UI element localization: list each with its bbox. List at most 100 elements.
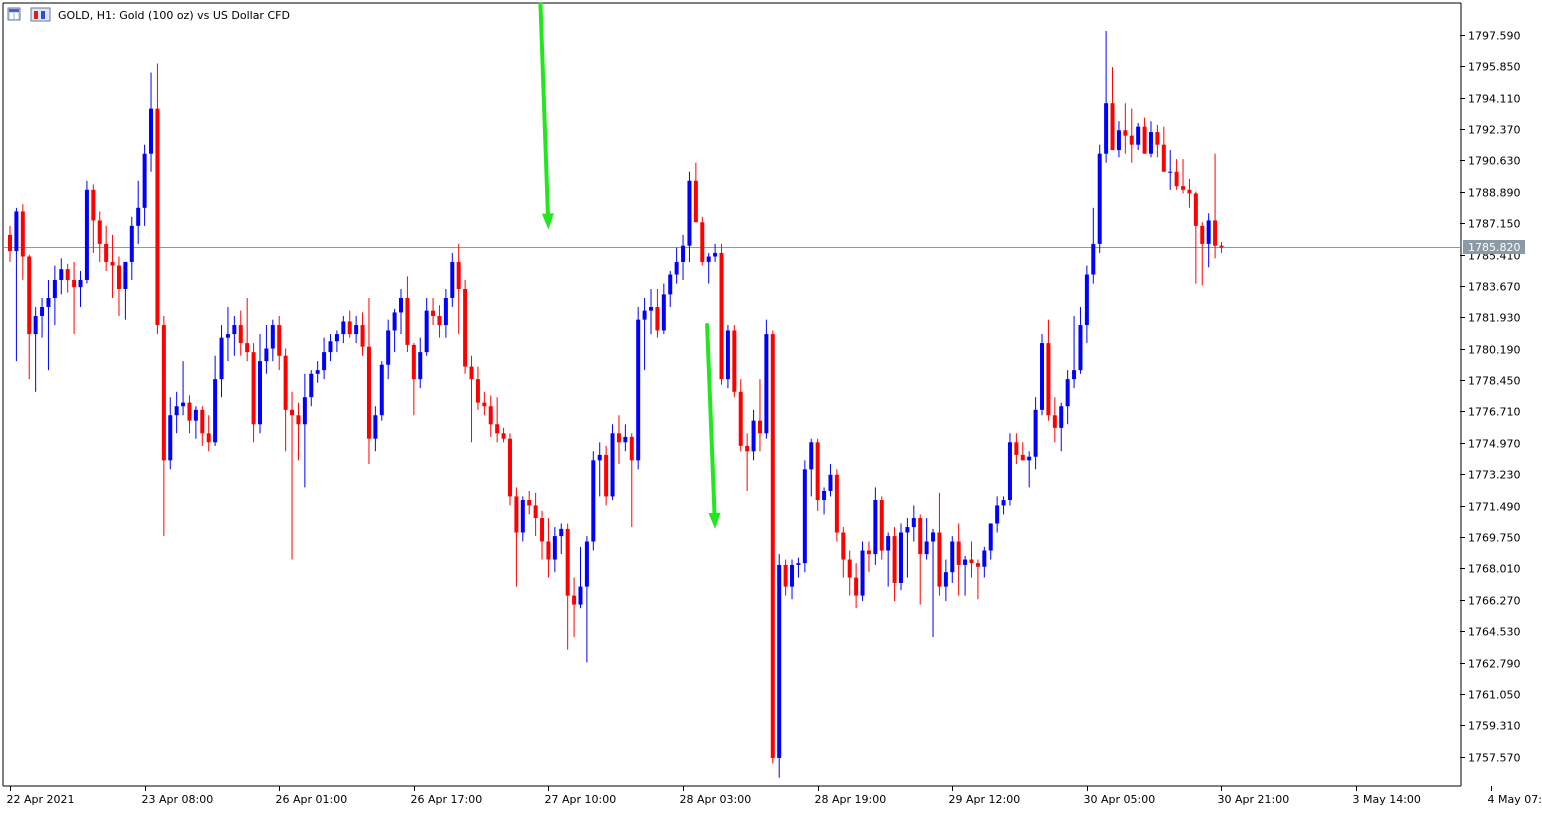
candle-body xyxy=(675,262,679,275)
candle xyxy=(1098,145,1102,253)
candle-body xyxy=(681,246,685,262)
candle-body xyxy=(720,253,724,379)
x-tick-label: 23 Apr 08:00 xyxy=(142,793,214,806)
y-tick-label: 1774.970 xyxy=(1468,438,1521,451)
candle-body xyxy=(226,334,230,338)
candle-body xyxy=(162,325,166,460)
candle-body xyxy=(418,352,422,379)
candle-body xyxy=(559,529,563,536)
candle-body xyxy=(91,190,95,221)
candle-body xyxy=(1066,379,1070,406)
candle-body xyxy=(848,560,852,578)
x-tick-label: 4 May 07:00 xyxy=(1488,793,1542,806)
chart-icon[interactable] xyxy=(31,8,50,21)
candle-body xyxy=(8,235,12,251)
candle-body xyxy=(873,500,877,554)
candle-body xyxy=(98,220,102,243)
candle-body xyxy=(777,565,781,758)
y-tick-label: 1769.750 xyxy=(1468,532,1521,545)
candle xyxy=(591,451,595,550)
candle-body xyxy=(546,542,550,560)
candle-body xyxy=(816,442,820,500)
candle-body xyxy=(982,551,986,567)
y-tick-label: 1761.050 xyxy=(1468,689,1521,702)
y-tick-label: 1781.930 xyxy=(1468,312,1521,325)
candle-body xyxy=(662,294,666,330)
candle xyxy=(816,439,820,511)
candle-body xyxy=(341,321,345,334)
candle-body xyxy=(893,536,897,583)
candle-body xyxy=(316,370,320,374)
candle-body xyxy=(1034,410,1038,457)
candle-body xyxy=(937,532,941,586)
candle-body xyxy=(655,307,659,330)
candle-body xyxy=(1200,226,1204,244)
candle-body xyxy=(309,374,313,397)
candle-body xyxy=(232,325,236,334)
candle-body xyxy=(168,415,172,460)
candle-body xyxy=(123,262,127,289)
candle-body xyxy=(412,345,416,379)
candle-body xyxy=(437,316,441,325)
candle-body xyxy=(861,551,865,596)
candle-body xyxy=(155,109,159,325)
candle-body xyxy=(726,330,730,379)
candle-body xyxy=(668,275,672,295)
candle-body xyxy=(841,532,845,559)
candle-body xyxy=(220,338,224,379)
candle-body xyxy=(104,244,108,262)
candle-body xyxy=(886,536,890,550)
candle-body xyxy=(502,433,506,438)
candle-body xyxy=(1046,343,1050,415)
candle-body xyxy=(239,325,243,343)
candle-body xyxy=(1098,154,1102,244)
candle-body xyxy=(373,415,377,438)
candle-body xyxy=(976,563,980,567)
candle-body xyxy=(1021,455,1025,460)
candle-body xyxy=(643,311,647,320)
candle-body xyxy=(72,280,76,287)
candle-body xyxy=(1053,415,1057,428)
x-tick-label: 30 Apr 21:00 xyxy=(1218,793,1290,806)
candle-body xyxy=(822,491,826,500)
candle xyxy=(764,320,768,439)
candle-body xyxy=(1078,325,1082,370)
candle-body xyxy=(918,518,922,554)
candle-body xyxy=(1117,130,1121,150)
candle-body xyxy=(213,379,217,442)
candle-body xyxy=(700,222,704,262)
y-tick-label: 1778.450 xyxy=(1468,375,1521,388)
candle-body xyxy=(117,266,121,289)
x-tick-label: 3 May 14:00 xyxy=(1353,793,1421,806)
candle-body xyxy=(277,325,281,356)
candle-body xyxy=(771,334,775,758)
candle-body xyxy=(1104,103,1108,154)
candle-body xyxy=(745,446,749,451)
candle-body xyxy=(258,361,262,424)
candle-body xyxy=(425,311,429,352)
candle-body xyxy=(207,433,211,442)
candle-body xyxy=(1213,220,1217,245)
candle-body xyxy=(944,572,948,586)
candle-body xyxy=(66,269,70,280)
x-tick-label: 30 Apr 05:00 xyxy=(1084,793,1156,806)
candle-body xyxy=(591,460,595,541)
candle-body xyxy=(534,505,538,518)
candle xyxy=(777,554,781,778)
candle-body xyxy=(46,298,50,307)
candle-body xyxy=(809,442,813,469)
candlestick-chart: GOLD, H1: Gold (100 oz) vs US Dollar CFD… xyxy=(0,0,1542,810)
y-tick-label: 1768.010 xyxy=(1468,563,1521,576)
candle-body xyxy=(950,542,954,573)
candle-body xyxy=(405,298,409,345)
candle xyxy=(463,280,467,374)
candle-body xyxy=(521,500,525,532)
y-tick-label: 1776.710 xyxy=(1468,406,1521,419)
candle-body xyxy=(1187,190,1191,194)
window-icon[interactable] xyxy=(8,8,20,20)
candle-body xyxy=(329,341,333,352)
candle-body xyxy=(59,269,63,280)
candle-body xyxy=(880,500,884,551)
candle-body xyxy=(1149,132,1153,154)
candle-body xyxy=(1059,406,1063,428)
